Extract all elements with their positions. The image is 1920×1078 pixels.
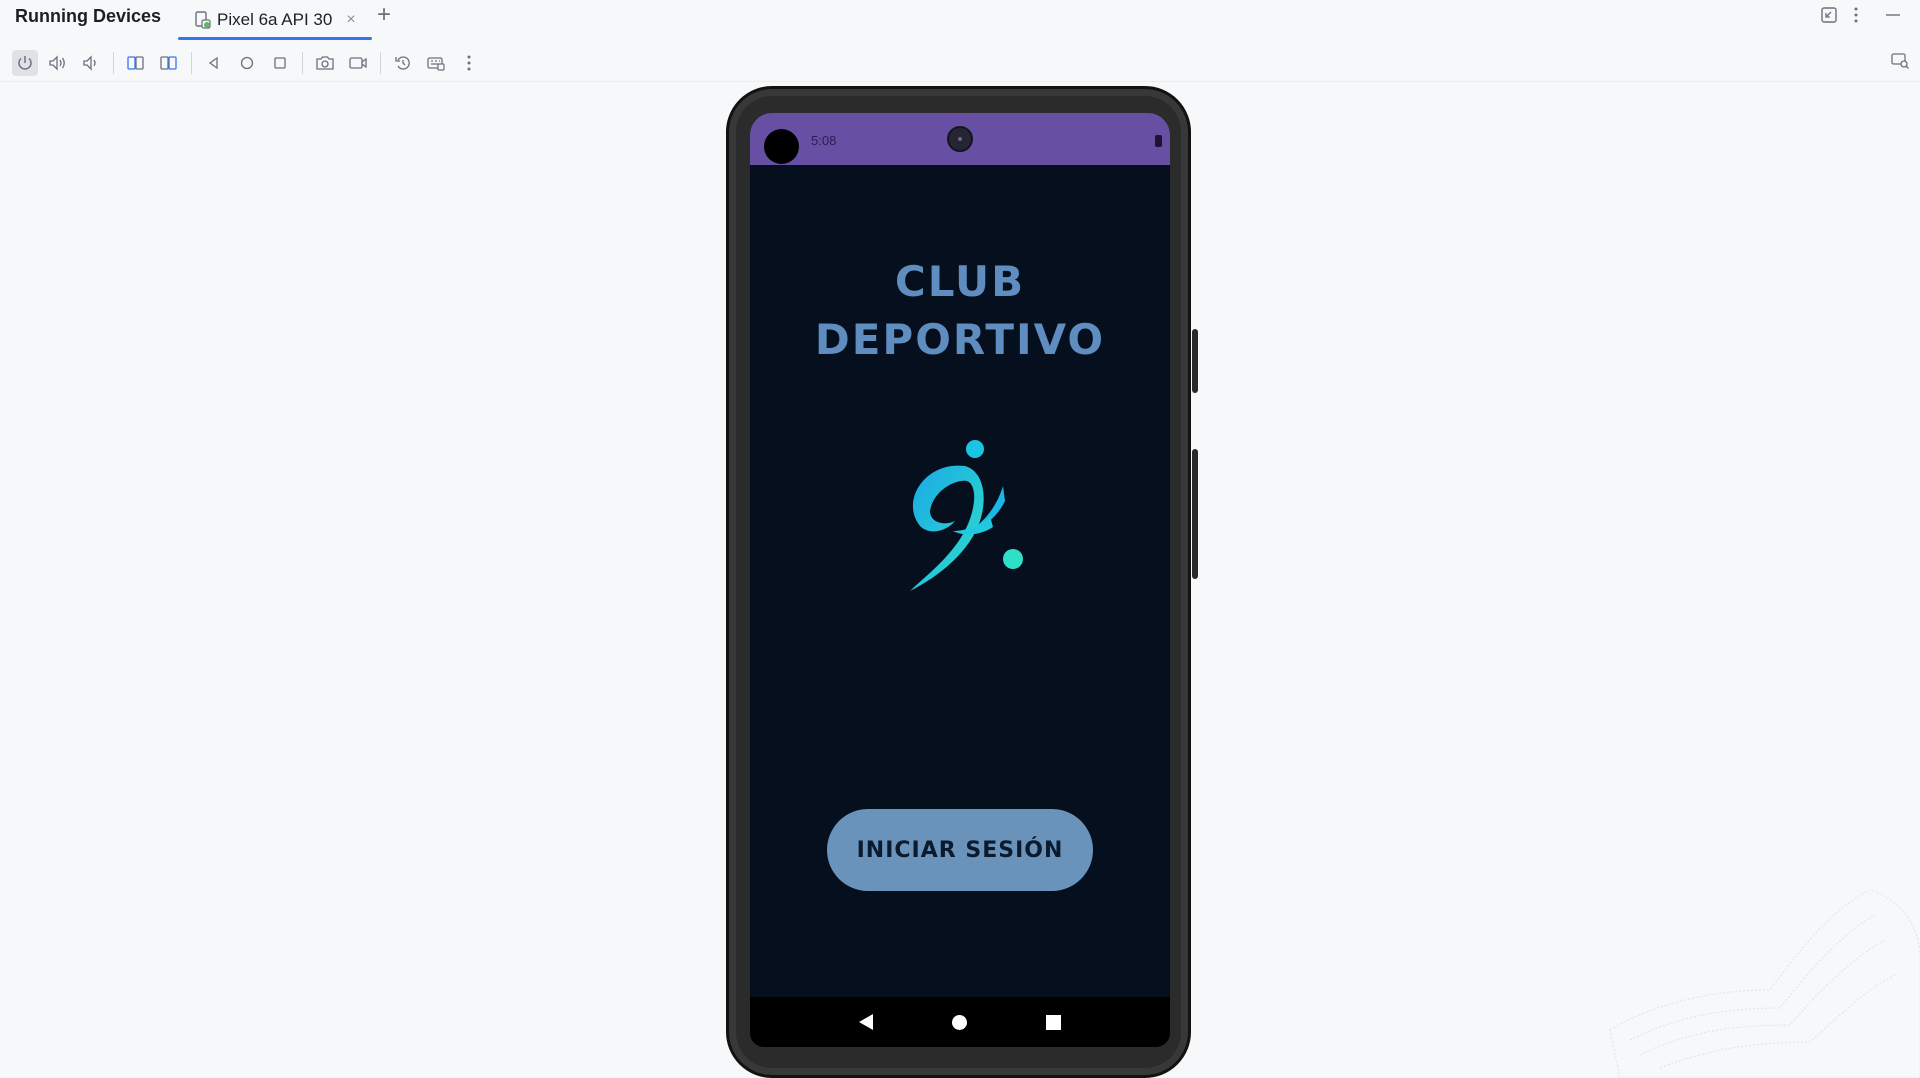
volume-down-icon xyxy=(83,54,96,71)
tab-pixel-6a[interactable]: Pixel 6a API 30 × xyxy=(178,0,372,40)
nav-back-icon[interactable] xyxy=(859,1014,874,1030)
app-title-line-1: CLUB xyxy=(894,257,1026,306)
title-bar: Running Devices Pixel 6a API 30 × + xyxy=(0,0,1920,40)
volume-up-button[interactable] xyxy=(45,50,71,76)
reset-icon xyxy=(395,55,410,70)
home-icon xyxy=(240,56,254,69)
notification-dot xyxy=(764,129,799,164)
toolbar-separator xyxy=(302,51,303,74)
status-bar: 5:08 xyxy=(750,113,1170,165)
power-button[interactable] xyxy=(12,49,38,76)
device-screen[interactable]: 5:08 CLUB DEPORTIVO INICIAR SESIÓN xyxy=(750,113,1170,1047)
login-button[interactable]: INICIAR SESIÓN xyxy=(827,809,1093,891)
front-camera-icon xyxy=(947,126,973,152)
screenshot-icon xyxy=(316,55,334,70)
home-button[interactable] xyxy=(234,50,260,76)
toolbar-separator xyxy=(380,51,381,74)
overview-icon xyxy=(274,56,286,69)
status-time: 5:08 xyxy=(811,133,837,148)
android-nav-bar xyxy=(750,997,1170,1047)
nav-home-icon[interactable] xyxy=(951,1014,967,1030)
club-logo-icon xyxy=(910,440,1023,591)
screen-record-button[interactable] xyxy=(345,50,371,76)
keyboard-icon xyxy=(427,56,445,71)
more-icon xyxy=(467,55,471,70)
app-title-line-2: DEPORTIVO xyxy=(814,315,1106,364)
add-tab-icon[interactable]: + xyxy=(377,2,391,28)
device-power-key[interactable] xyxy=(1192,329,1198,393)
nav-recents-icon[interactable] xyxy=(1045,1014,1061,1030)
device-toolbar xyxy=(0,44,1920,82)
back-icon xyxy=(208,56,218,69)
power-icon xyxy=(18,55,32,70)
more-actions-button[interactable] xyxy=(456,50,482,76)
volume-down-button[interactable] xyxy=(78,50,104,76)
rotate-left-button[interactable] xyxy=(123,50,149,76)
rotate-left-icon xyxy=(127,55,144,70)
device-file-icon xyxy=(195,11,211,29)
panel-title: Running Devices xyxy=(15,6,162,26)
volume-up-icon xyxy=(49,54,65,71)
tab-close-icon[interactable]: × xyxy=(346,11,355,29)
app-title: CLUB DEPORTIVO xyxy=(750,253,1170,369)
screen-record-icon xyxy=(349,56,367,69)
device-mirroring-icon xyxy=(1891,53,1909,69)
rotate-right-button[interactable] xyxy=(156,50,182,76)
emulator-device-frame: 5:08 CLUB DEPORTIVO INICIAR SESIÓN xyxy=(726,86,1198,1078)
battery-icon xyxy=(1155,135,1162,147)
tab-label: Pixel 6a API 30 xyxy=(217,10,333,29)
rotate-right-icon xyxy=(160,55,177,70)
screenshot-button[interactable] xyxy=(312,50,338,76)
overview-button[interactable] xyxy=(267,50,293,76)
reset-button[interactable] xyxy=(390,50,416,76)
background-watermark-icon xyxy=(1609,890,1920,1078)
toolbar-separator xyxy=(191,51,192,74)
back-button[interactable] xyxy=(201,50,227,76)
minimize-icon[interactable] xyxy=(1884,6,1902,24)
device-mirroring-button[interactable] xyxy=(1890,50,1910,70)
keyboard-button[interactable] xyxy=(423,50,449,76)
toolbar-separator xyxy=(113,51,114,74)
restore-layout-icon[interactable] xyxy=(1820,6,1838,24)
options-menu-icon[interactable] xyxy=(1852,6,1860,24)
device-volume-key[interactable] xyxy=(1192,449,1198,579)
